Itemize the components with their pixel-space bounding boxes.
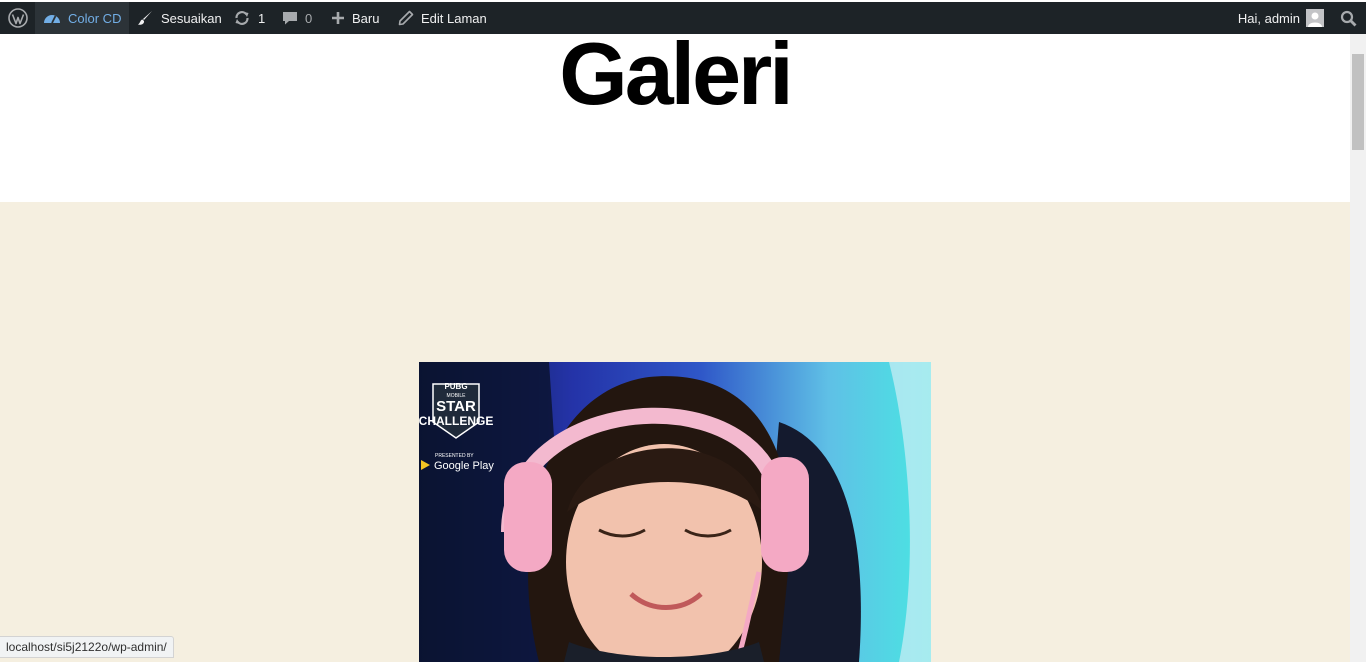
logo-text-line1: PUBG xyxy=(444,382,467,391)
updates-icon xyxy=(235,11,249,25)
vertical-scrollbar[interactable] xyxy=(1350,34,1366,662)
status-bar-url: localhost/si5j2122o/wp-admin/ xyxy=(0,636,174,658)
avatar xyxy=(1306,9,1324,27)
pencil-icon xyxy=(398,10,414,26)
logo-presented: PRESENTED BY xyxy=(435,453,474,459)
page-title: Galeri xyxy=(559,24,793,123)
gallery-section: PUBG MOBILE STAR CHALLENGE PRESENTED BY … xyxy=(0,202,1350,662)
comments-count: 0 xyxy=(305,10,313,26)
customize-label: Sesuaikan xyxy=(161,10,222,26)
paintbrush-icon xyxy=(138,11,152,25)
updates-count: 1 xyxy=(258,10,266,26)
logo-text-line3: STAR xyxy=(436,398,476,415)
logo-text-line4: CHALLENGE xyxy=(419,414,493,428)
new-content-label: Baru xyxy=(352,10,380,26)
site-name-label: Color CD xyxy=(68,10,122,26)
comment-icon xyxy=(283,12,297,25)
plus-icon xyxy=(332,12,344,24)
edit-page-label: Edit Laman xyxy=(421,10,487,26)
logo-sponsor: Google Play xyxy=(434,460,494,472)
greeting-label: Hai, admin xyxy=(1237,10,1300,26)
gallery-image[interactable]: PUBG MOBILE STAR CHALLENGE PRESENTED BY … xyxy=(419,362,931,662)
scrollbar-thumb[interactable] xyxy=(1352,54,1364,150)
dashboard-icon xyxy=(44,15,60,24)
